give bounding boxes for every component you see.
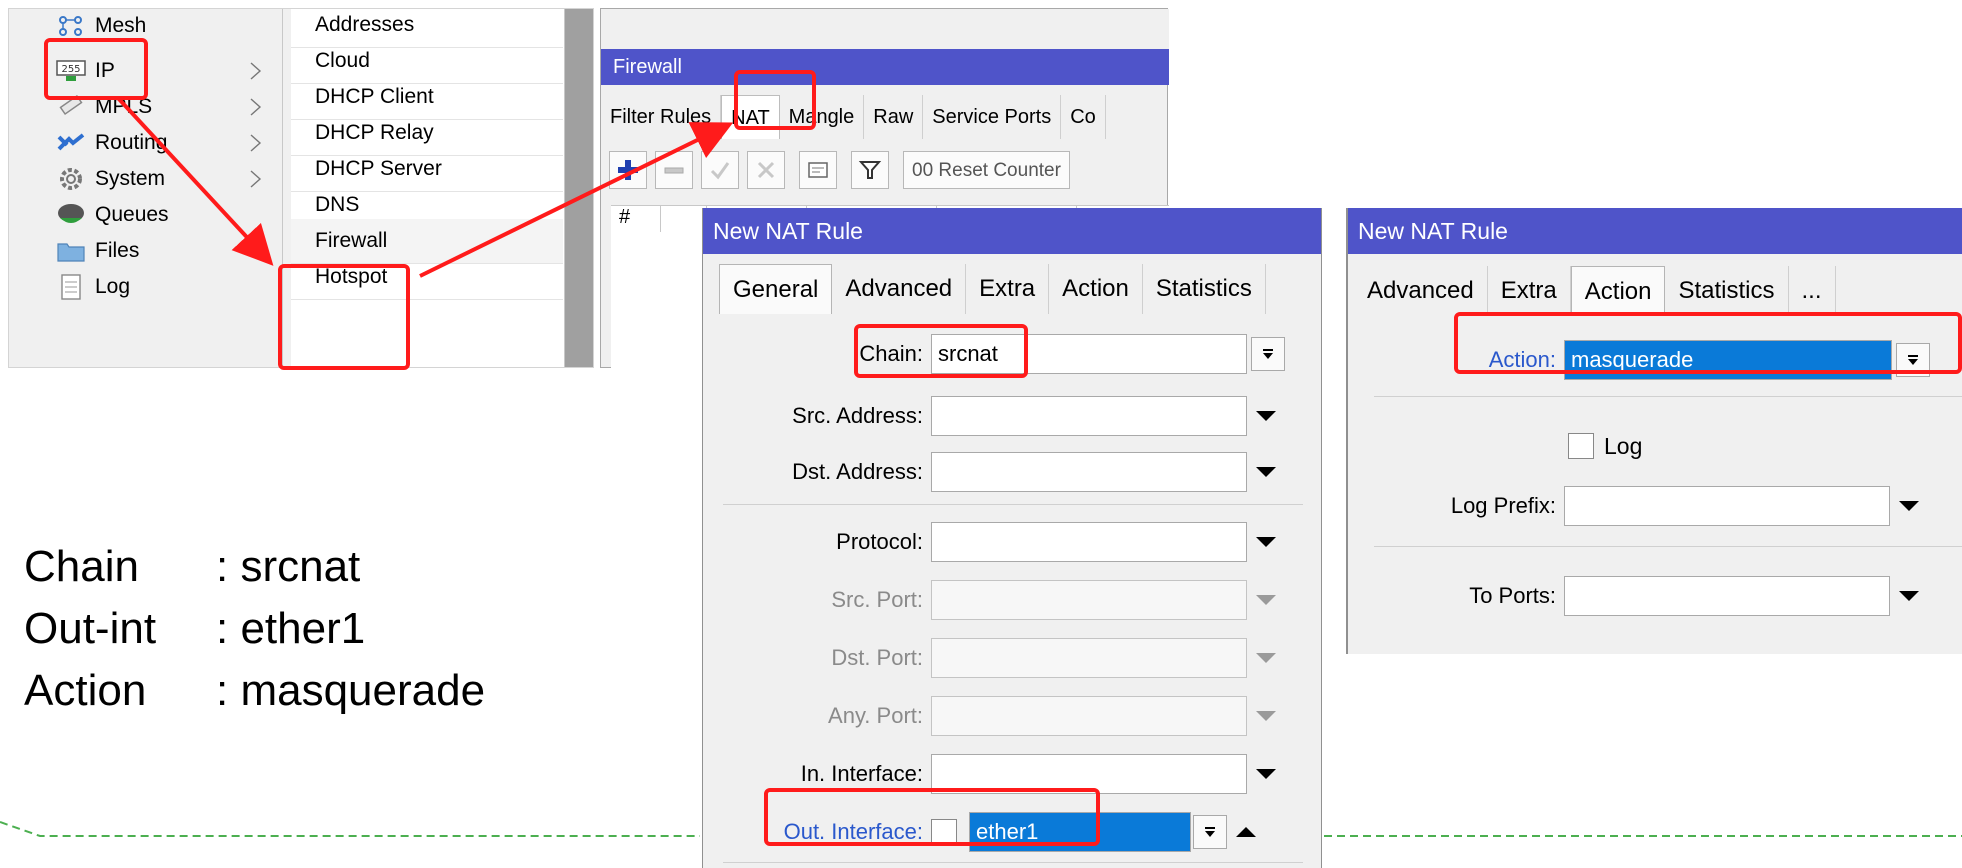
arrow-ip-to-firewall — [116, 96, 274, 266]
dashed-divider-left — [0, 821, 700, 837]
annotation-overlay — [0, 96, 1962, 837]
arrow-firewall-to-nat — [419, 122, 734, 278]
